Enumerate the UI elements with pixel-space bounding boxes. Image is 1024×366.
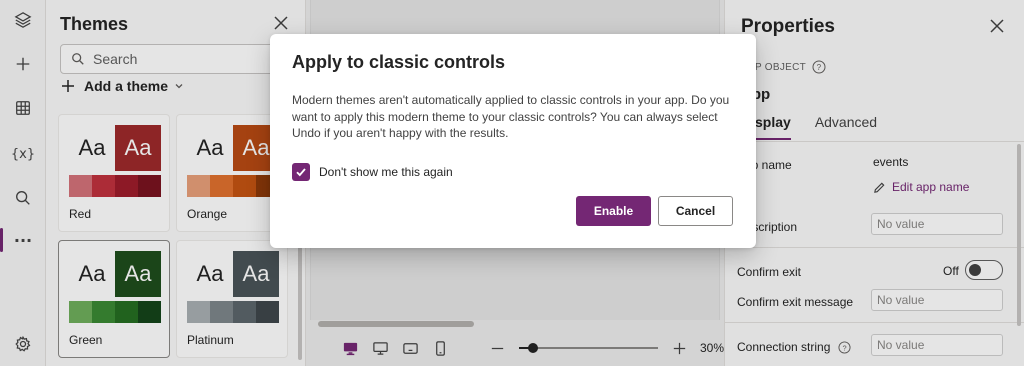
apply-classic-controls-dialog: Apply to classic controls Modern themes … [270,34,756,248]
enable-button[interactable]: Enable [576,196,651,226]
dont-show-again-checkbox[interactable] [292,163,310,181]
dialog-title: Apply to classic controls [292,52,506,72]
checkmark-icon [296,168,306,177]
dialog-body: Modern themes aren't automatically appli… [292,93,730,140]
cancel-button[interactable]: Cancel [658,196,733,226]
dont-show-again-label: Don't show me this again [319,165,453,179]
dont-show-again-row[interactable]: Don't show me this again [292,163,453,181]
